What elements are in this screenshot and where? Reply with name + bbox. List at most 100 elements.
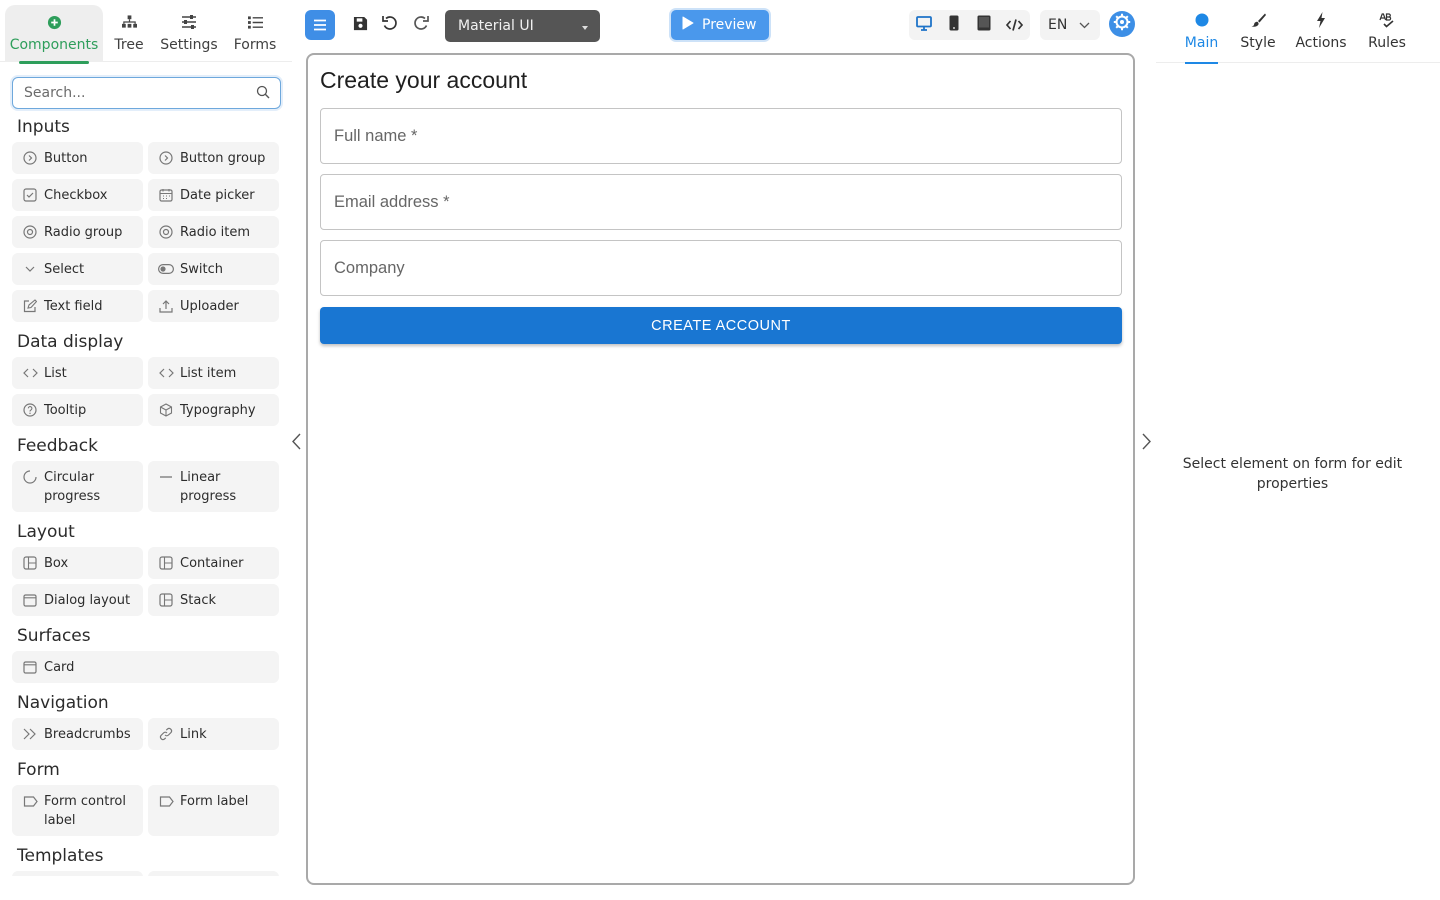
tablet-icon [977, 15, 991, 35]
language-select[interactable]: EN [1040, 10, 1100, 40]
tab-label: Components [9, 37, 99, 53]
form-canvas[interactable]: Create your account Full name * Email ad… [306, 53, 1135, 885]
component-palette: Inputs Button Button group Checkbox Date… [12, 112, 282, 876]
template-item[interactable] [12, 871, 143, 876]
component-label: Link [180, 727, 207, 742]
component-checkbox[interactable]: Checkbox [12, 179, 143, 211]
component-radio-group[interactable]: Radio group [12, 216, 143, 248]
desktop-view-button[interactable] [909, 10, 939, 40]
theme-select[interactable]: Material UI [445, 10, 600, 42]
tablet-view-button[interactable] [969, 10, 999, 40]
component-stack[interactable]: Stack [148, 584, 279, 616]
component-tooltip[interactable]: Tooltip [12, 394, 143, 426]
double-chevron-icon [22, 725, 38, 743]
create-account-button[interactable]: CREATE ACCOUNT [320, 307, 1122, 344]
component-circular-progress[interactable]: Circular progress [12, 461, 143, 512]
search-icon[interactable] [256, 84, 270, 103]
tab-style[interactable]: Style [1240, 0, 1276, 63]
component-card[interactable]: Card [12, 651, 279, 683]
component-uploader[interactable]: Uploader [148, 290, 279, 322]
component-label: Form control label [44, 794, 126, 828]
email-field[interactable]: Email address * [320, 174, 1122, 230]
component-dialog-layout[interactable]: Dialog layout [12, 584, 143, 616]
collapse-left-panel-button[interactable] [288, 432, 304, 454]
component-label: Box [44, 556, 69, 571]
component-search [12, 77, 281, 109]
component-form-label[interactable]: Form label [148, 785, 279, 836]
component-text-field[interactable]: Text field [12, 290, 143, 322]
component-linear-progress[interactable]: Linear progress [148, 461, 279, 512]
component-button[interactable]: Button [12, 142, 143, 174]
link-icon [158, 725, 174, 743]
component-breadcrumbs[interactable]: Breadcrumbs [12, 718, 143, 750]
inputs-grid: Button Button group Checkbox Date picker… [12, 142, 282, 322]
tab-main[interactable]: Main [1185, 0, 1218, 64]
component-typography[interactable]: Typography [148, 394, 279, 426]
hamburger-icon [313, 16, 327, 35]
save-button[interactable] [345, 10, 375, 40]
tab-label: Forms [233, 37, 277, 53]
layout-icon [22, 554, 38, 572]
full-name-field[interactable]: Full name * [320, 108, 1122, 164]
tab-settings[interactable]: Settings [160, 5, 218, 62]
menu-button[interactable] [305, 10, 335, 40]
layout-icon [158, 554, 174, 572]
radio-icon [22, 223, 38, 241]
component-radio-item[interactable]: Radio item [148, 216, 279, 248]
component-label: Form label [180, 794, 249, 809]
component-date-picker[interactable]: Date picker [148, 179, 279, 211]
component-form-control-label[interactable]: Form control label [12, 785, 143, 836]
form-title[interactable]: Create your account [320, 67, 527, 94]
component-switch[interactable]: Switch [148, 253, 279, 285]
code-view-button[interactable] [999, 10, 1029, 40]
component-label: Container [180, 556, 244, 571]
tree-icon [121, 12, 137, 32]
feedback-grid: Circular progress Linear progress [12, 461, 282, 512]
surfaces-grid: Card [12, 651, 282, 683]
component-label: Card [44, 660, 75, 675]
tab-actions[interactable]: Actions [1295, 0, 1347, 63]
brush-icon [1251, 12, 1266, 28]
chevron-down-icon [1079, 17, 1090, 33]
label-tag-icon [158, 792, 174, 810]
cube-icon [158, 401, 174, 419]
tab-forms[interactable]: Forms [231, 5, 279, 62]
checkbox-icon [22, 186, 38, 204]
component-label: Circular progress [44, 470, 101, 504]
section-feedback-title: Feedback [17, 436, 98, 456]
section-form-title: Form [17, 760, 60, 780]
component-label: Radio group [44, 225, 123, 240]
component-label: Stack [180, 593, 216, 608]
component-label: Linear progress [180, 470, 237, 504]
tab-tree[interactable]: Tree [110, 5, 148, 62]
company-field[interactable]: Company [320, 240, 1122, 296]
component-label: Button group [180, 151, 266, 166]
component-label: Dialog layout [44, 593, 131, 608]
mobile-view-button[interactable] [939, 10, 969, 40]
component-list[interactable]: List [12, 357, 143, 389]
component-box[interactable]: Box [12, 547, 143, 579]
component-select[interactable]: Select [12, 253, 143, 285]
component-label: List item [180, 366, 237, 381]
settings-gear-button[interactable] [1109, 11, 1135, 37]
collapse-right-panel-button[interactable] [1138, 432, 1154, 454]
chevron-right-icon [1141, 433, 1151, 454]
tab-rules[interactable]: Rules [1368, 0, 1406, 63]
undo-button[interactable] [375, 10, 405, 40]
component-container[interactable]: Container [148, 547, 279, 579]
component-label: Select [44, 262, 85, 277]
tab-components[interactable]: Components [5, 5, 103, 64]
component-label: Breadcrumbs [44, 727, 131, 742]
code-brackets-icon [22, 364, 38, 382]
component-list-item[interactable]: List item [148, 357, 279, 389]
redo-button[interactable] [405, 10, 435, 40]
search-input[interactable] [24, 85, 256, 101]
form-grid: Form control label Form label [12, 785, 282, 836]
template-item[interactable] [148, 871, 279, 876]
component-label: Checkbox [44, 188, 108, 203]
templates-grid [12, 871, 282, 876]
section-navigation-title: Navigation [17, 693, 109, 713]
component-link[interactable]: Link [148, 718, 279, 750]
preview-button[interactable]: Preview [671, 10, 769, 40]
component-button-group[interactable]: Button group [148, 142, 279, 174]
